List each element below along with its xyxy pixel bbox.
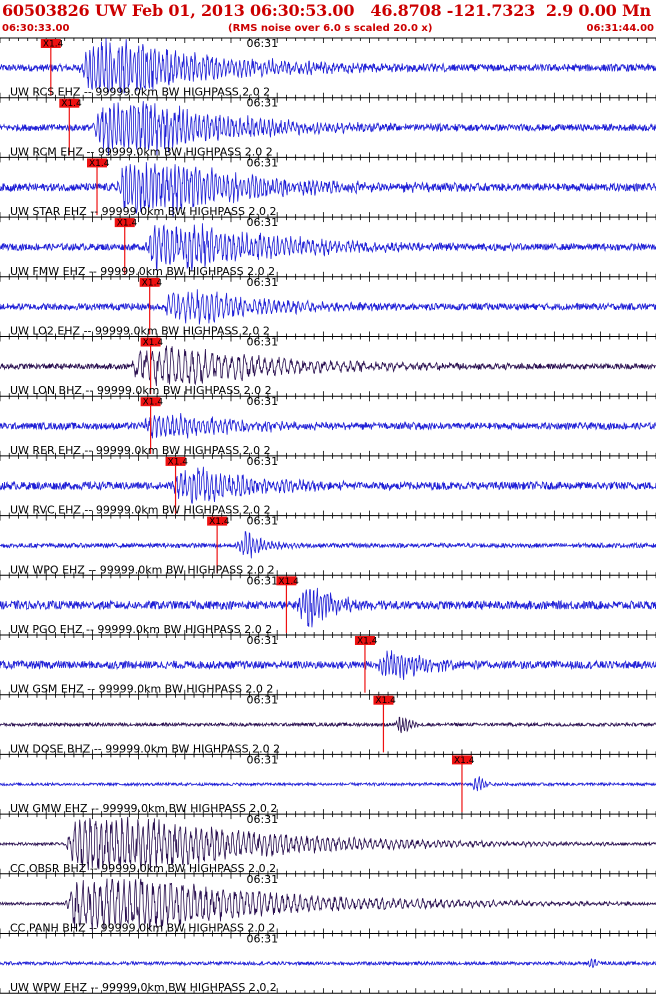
- waveform-trace: [0, 716, 656, 734]
- waveform-trace: [0, 776, 656, 792]
- station-label: UW DOSE BHZ -- 99999.0km BW HIGHPASS 2.0…: [10, 742, 280, 755]
- seismogram-viewer: 60503826 UW Feb 01, 2013 06:30:53.00 46.…: [0, 0, 656, 998]
- station-label: CC PANH BHZ -- 99999.0km BW HIGHPASS 2.0…: [10, 922, 275, 935]
- waveform-trace: [0, 223, 656, 271]
- pick-label: X1.4: [375, 696, 396, 706]
- waveform-trace: [0, 38, 656, 95]
- waveform-trace: [0, 531, 656, 559]
- seismogram-panels: 06:31X1.4UW RCS EHZ -- 99999.0km BW HIGH…: [0, 37, 656, 994]
- waveform-trace: [0, 413, 656, 439]
- minute-label: 06:31: [246, 694, 278, 707]
- waveform-trace: [0, 466, 656, 504]
- waveform-trace: [0, 650, 656, 680]
- waveform-trace: [0, 958, 656, 969]
- station-label: UW RCM EHZ -- 99999.0km BW HIGHPASS 2.0 …: [10, 145, 273, 158]
- station-label: UW STAR EHZ -- 99999.0km BW HIGHPASS 2.0…: [10, 205, 276, 218]
- waveform-trace: [0, 289, 656, 325]
- pick-label: X1.4: [61, 99, 82, 109]
- minute-label: 06:31: [246, 634, 278, 647]
- waveform-trace: [0, 587, 656, 628]
- station-label: UW RCS EHZ -- 99999.0km BW HIGHPASS 2.0 …: [10, 86, 270, 99]
- minute-label: 06:31: [246, 455, 278, 468]
- pick-label: X1.4: [209, 517, 230, 527]
- station-label: UW LON BHZ -- 99999.0km BW HIGHPASS 2.0 …: [10, 384, 272, 397]
- minute-label: 06:31: [246, 515, 278, 528]
- station-label: UW PGO EHZ -- 99999.0km BW HIGHPASS 2.0 …: [10, 623, 272, 636]
- minute-label: 06:31: [246, 336, 278, 349]
- pick-label: X1.4: [143, 398, 164, 408]
- minute-label: 06:31: [246, 156, 278, 169]
- minute-label: 06:31: [246, 753, 278, 766]
- pick-label: X1.4: [43, 40, 64, 50]
- minute-label: 06:31: [246, 276, 278, 289]
- pick-label: X1.4: [168, 457, 189, 467]
- station-label: UW RER EHZ -- 99999.0km BW HIGHPASS 2.0 …: [10, 444, 271, 457]
- pick-label: X1.4: [143, 338, 164, 348]
- pick-label: X1.4: [278, 577, 299, 587]
- minute-label: 06:31: [246, 216, 278, 229]
- station-label: UW GMW EHZ -- 99999.0km BW HIGHPASS 2.0 …: [10, 802, 277, 815]
- station-label: CC OBSR BHZ -- 99999.0km BW HIGHPASS 2.0…: [10, 862, 276, 875]
- minute-label: 06:31: [246, 813, 278, 826]
- minute-label: 06:31: [246, 37, 278, 50]
- minute-label: 06:31: [246, 933, 278, 946]
- minute-label: 06:31: [246, 873, 278, 886]
- station-label: UW WPW EHZ -- 99999.0km BW HIGHPASS 2.0 …: [10, 981, 277, 994]
- pick-label: X1.4: [454, 756, 475, 766]
- minute-label: 06:31: [246, 574, 278, 587]
- minute-label: 06:31: [246, 395, 278, 408]
- pick-label: X1.4: [117, 219, 138, 229]
- station-label: UW LO2 EHZ -- 99999.0km BW HIGHPASS 2.0 …: [10, 325, 270, 338]
- station-label: UW FMW EHZ -- 99999.0km BW HIGHPASS 2.0 …: [10, 265, 275, 278]
- station-label: UW GSM EHZ -- 99999.0km BW HIGHPASS 2.0 …: [10, 683, 273, 696]
- station-label: UW RVC EHZ -- 99999.0km BW HIGHPASS 2.0 …: [10, 504, 271, 517]
- waveform-trace: [0, 345, 656, 387]
- pick-label: X1.4: [89, 159, 110, 169]
- station-label: UW WPO EHZ -- 99999.0km BW HIGHPASS 2.0 …: [10, 563, 275, 576]
- pick-label: X1.4: [142, 278, 163, 288]
- pick-label: X1.4: [357, 637, 378, 647]
- minute-label: 06:31: [246, 97, 278, 110]
